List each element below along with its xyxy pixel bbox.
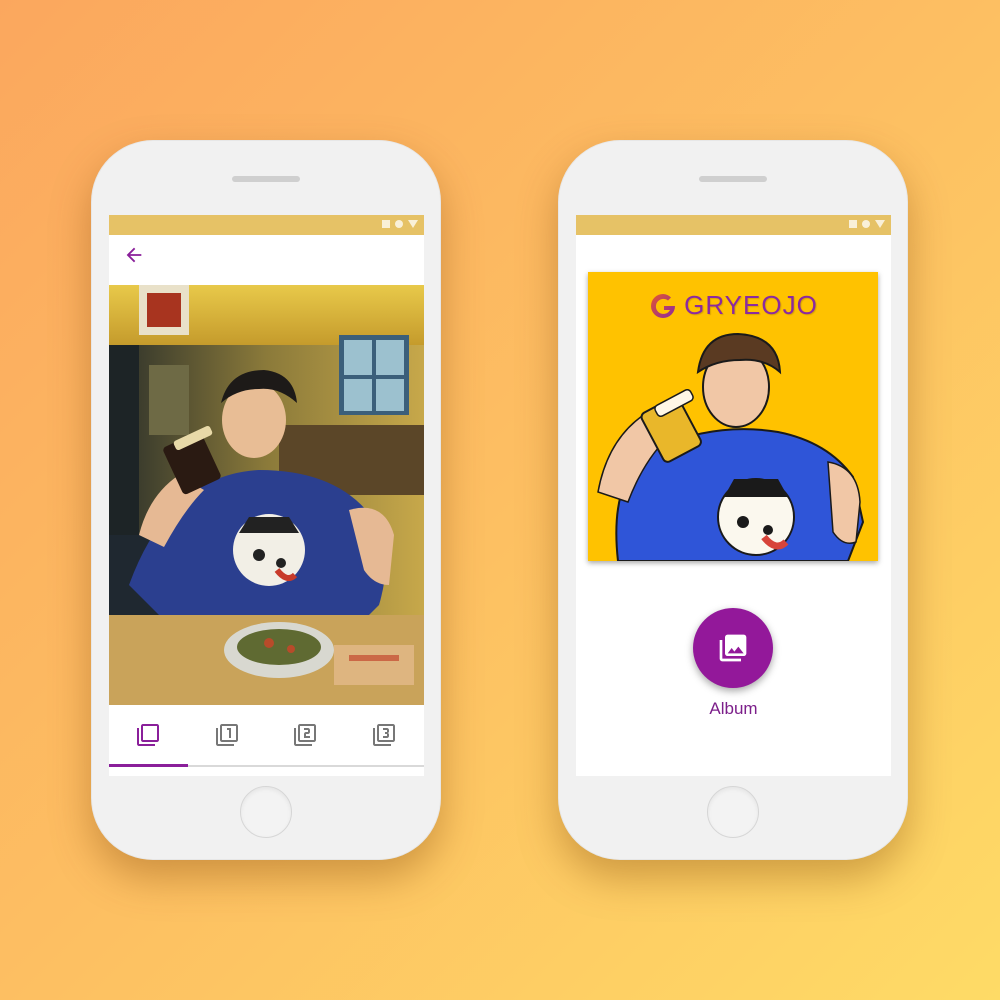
- home-button[interactable]: [240, 786, 292, 838]
- recent-apps-icon: [849, 220, 857, 228]
- photo-album-icon: [719, 634, 747, 662]
- back-triangle-icon: [875, 220, 885, 228]
- speaker: [699, 176, 767, 182]
- home-dot-icon: [862, 220, 870, 228]
- filter-2-icon: [294, 724, 316, 746]
- original-layers-icon: [137, 724, 159, 746]
- source-photo: [109, 285, 424, 705]
- speaker: [232, 176, 300, 182]
- status-icons: [382, 220, 418, 228]
- back-triangle-icon: [408, 220, 418, 228]
- status-bar: [109, 215, 424, 235]
- recent-apps-icon: [382, 220, 390, 228]
- tab-filter-1[interactable]: [188, 705, 266, 765]
- status-bar: [576, 215, 891, 235]
- selected-tab-indicator: [109, 764, 188, 767]
- tab-filter-3[interactable]: [345, 705, 423, 765]
- album-label[interactable]: Album: [576, 699, 891, 719]
- filter-tab-bar: [109, 705, 424, 767]
- filter-1-icon: [216, 724, 238, 746]
- arrow-left-icon[interactable]: [123, 244, 145, 266]
- home-button[interactable]: [707, 786, 759, 838]
- album-button[interactable]: [693, 608, 773, 688]
- cartoon-drawing: [597, 332, 865, 561]
- tab-original[interactable]: [109, 705, 187, 765]
- home-dot-icon: [395, 220, 403, 228]
- right-phone: GRYEOJO Album: [558, 140, 908, 860]
- filter-3-icon: [373, 724, 395, 746]
- left-phone: [91, 140, 441, 860]
- left-screen: [109, 215, 424, 776]
- illustration-result: GRYEOJO: [588, 272, 878, 561]
- right-screen: GRYEOJO Album: [576, 215, 891, 776]
- tab-filter-2[interactable]: [266, 705, 344, 765]
- status-icons: [849, 220, 885, 228]
